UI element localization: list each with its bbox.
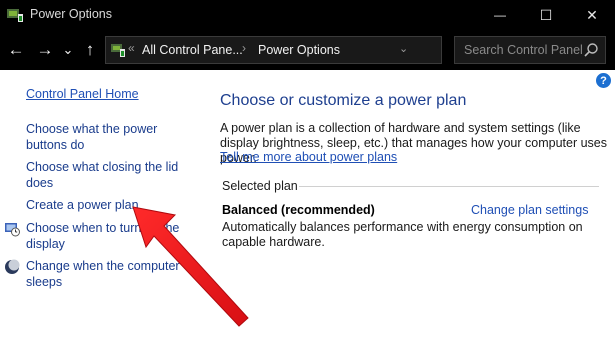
selected-plan-heading: Selected plan — [222, 179, 298, 193]
sidebar-control-panel-home[interactable]: Control Panel Home — [26, 86, 206, 102]
moon-icon — [5, 259, 20, 274]
recent-locations-button[interactable]: ⌄ — [61, 38, 75, 62]
sidebar-item-turn-off-display[interactable]: Choose when to turn off the display — [26, 220, 186, 252]
sidebar-item-closing-lid[interactable]: Choose what closing the lid does — [26, 159, 186, 191]
title-bar: Power Options — ☐ ✕ — [0, 0, 615, 30]
display-clock-icon — [5, 223, 20, 237]
power-options-app-icon — [7, 9, 23, 22]
back-arrow-icon: ← — [7, 40, 25, 59]
up-arrow-icon: ↑ — [85, 40, 95, 59]
maximize-button[interactable]: ☐ — [523, 0, 569, 30]
address-dropdown-icon[interactable]: ⌄ — [399, 42, 408, 55]
section-divider — [299, 186, 599, 187]
plan-description: Automatically balances performance with … — [222, 220, 583, 249]
help-button[interactable]: ? — [596, 73, 611, 88]
change-plan-settings-link[interactable]: Change plan settings — [471, 203, 588, 217]
close-icon: ✕ — [586, 6, 598, 23]
search-box[interactable]: Search Control Panel — [454, 36, 606, 64]
forward-arrow-icon: → — [36, 40, 54, 59]
breadcrumb-all-control-panel[interactable]: All Control Pane... — [142, 43, 243, 57]
page-title: Choose or customize a power plan — [220, 92, 467, 109]
tell-me-more-link[interactable]: Tell me more about power plans — [220, 150, 397, 164]
minimize-button[interactable]: — — [477, 0, 523, 30]
back-button[interactable]: ← — [5, 38, 27, 62]
breadcrumb-overflow-icon[interactable]: « — [128, 41, 135, 55]
maximize-icon: ☐ — [539, 6, 553, 23]
navigation-bar: ← → ⌄ ↑ « All Control Pane... › Power Op… — [0, 30, 615, 70]
address-bar[interactable]: « All Control Pane... › Power Options ⌄ … — [105, 36, 535, 64]
plan-name: Balanced (recommended) — [222, 203, 375, 217]
forward-button[interactable]: → — [34, 38, 56, 62]
chevron-down-icon: ⌄ — [62, 42, 74, 57]
sidebar-item-power-buttons[interactable]: Choose what the power buttons do — [26, 121, 176, 153]
breadcrumb-power-options[interactable]: Power Options — [258, 43, 340, 57]
control-panel-icon — [111, 44, 125, 57]
sidebar-item-computer-sleeps[interactable]: Change when the computer sleeps — [26, 258, 186, 290]
search-icon — [584, 43, 598, 57]
window-title: Power Options — [30, 7, 112, 21]
breadcrumb-separator-icon[interactable]: › — [242, 41, 246, 55]
help-icon: ? — [600, 74, 607, 87]
sidebar-item-create-power-plan[interactable]: Create a power plan — [26, 197, 206, 213]
close-button[interactable]: ✕ — [569, 0, 615, 30]
minimize-icon: — — [494, 8, 506, 22]
up-button[interactable]: ↑ — [79, 38, 101, 62]
search-placeholder: Search Control Panel — [464, 43, 583, 57]
